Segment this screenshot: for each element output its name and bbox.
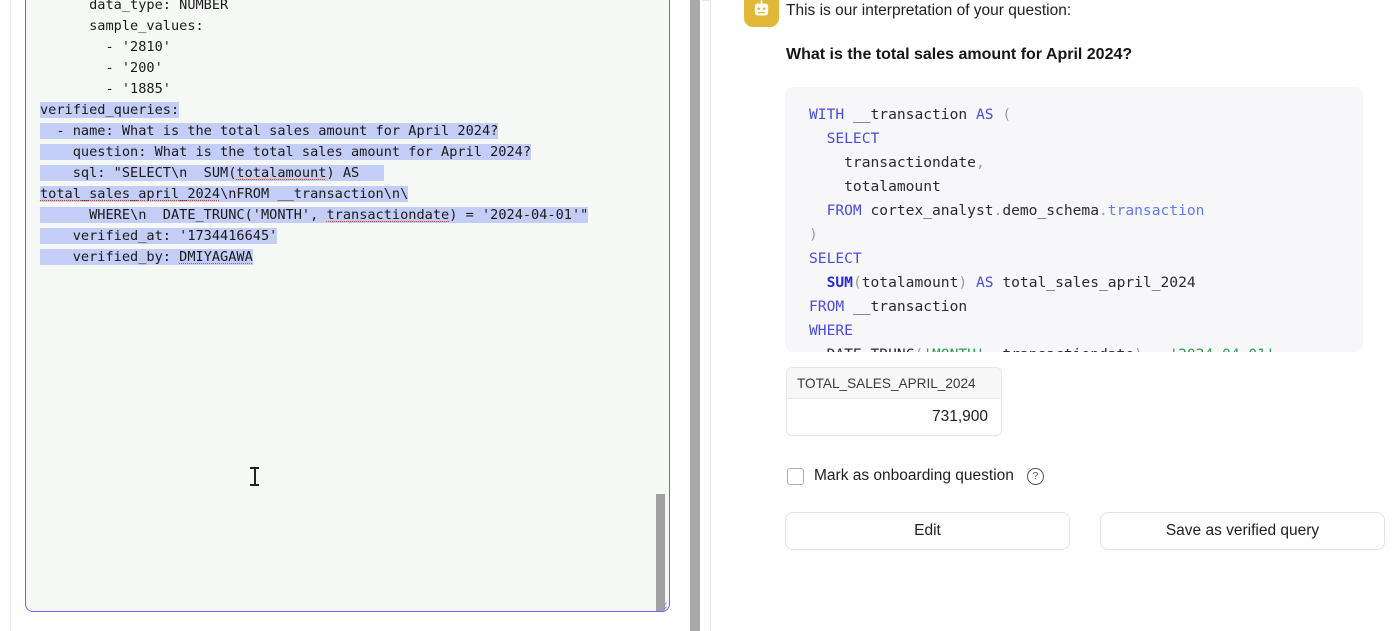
left-edge-divider <box>10 0 11 631</box>
robot-icon <box>744 0 779 27</box>
left-panel-scrollbar[interactable] <box>688 0 702 631</box>
onboarding-checkbox-row[interactable]: Mark as onboarding question ? <box>787 467 1044 485</box>
result-cell: 731,900 <box>787 399 1001 435</box>
right-panel: This is our interpretation of your quest… <box>711 0 1397 631</box>
edit-button[interactable]: Edit <box>785 512 1070 550</box>
question-mark-circle-icon[interactable]: ? <box>1026 467 1044 485</box>
result-table: TOTAL_SALES_APRIL_2024 731,900 <box>786 367 1002 436</box>
yaml-text[interactable]: name: QUANTITY synonyms: - ' ' descripti… <box>40 0 655 268</box>
editor-scrollbar-thumb[interactable] <box>656 494 665 611</box>
semantic-model-yaml-editor[interactable]: name: QUANTITY synonyms: - ' ' descripti… <box>25 0 670 612</box>
result-column-header: TOTAL_SALES_APRIL_2024 <box>787 368 1001 399</box>
left-panel: name: QUANTITY synonyms: - ' ' descripti… <box>0 0 690 631</box>
textarea-resize-handle[interactable] <box>655 597 668 610</box>
onboarding-checkbox[interactable] <box>787 467 804 485</box>
save-as-verified-query-button[interactable]: Save as verified query <box>1100 512 1385 550</box>
app-screen: name: QUANTITY synonyms: - ' ' descripti… <box>0 0 1397 631</box>
interpretation-label: This is our interpretation of your quest… <box>786 2 1072 19</box>
sql-code-text: WITH __transaction AS ( SELECT transacti… <box>809 106 1275 352</box>
editor-scrollbar-track[interactable] <box>656 0 667 611</box>
interpreted-question: What is the total sales amount for April… <box>786 46 1133 63</box>
left-panel-scrollbar-thumb[interactable] <box>690 0 700 631</box>
onboarding-checkbox-label: Mark as onboarding question <box>814 467 1014 484</box>
action-button-row: Edit Save as verified query <box>785 512 1385 550</box>
sql-code-block[interactable]: WITH __transaction AS ( SELECT transacti… <box>785 87 1363 352</box>
yaml-editor-content[interactable]: name: QUANTITY synonyms: - ' ' descripti… <box>26 0 669 611</box>
